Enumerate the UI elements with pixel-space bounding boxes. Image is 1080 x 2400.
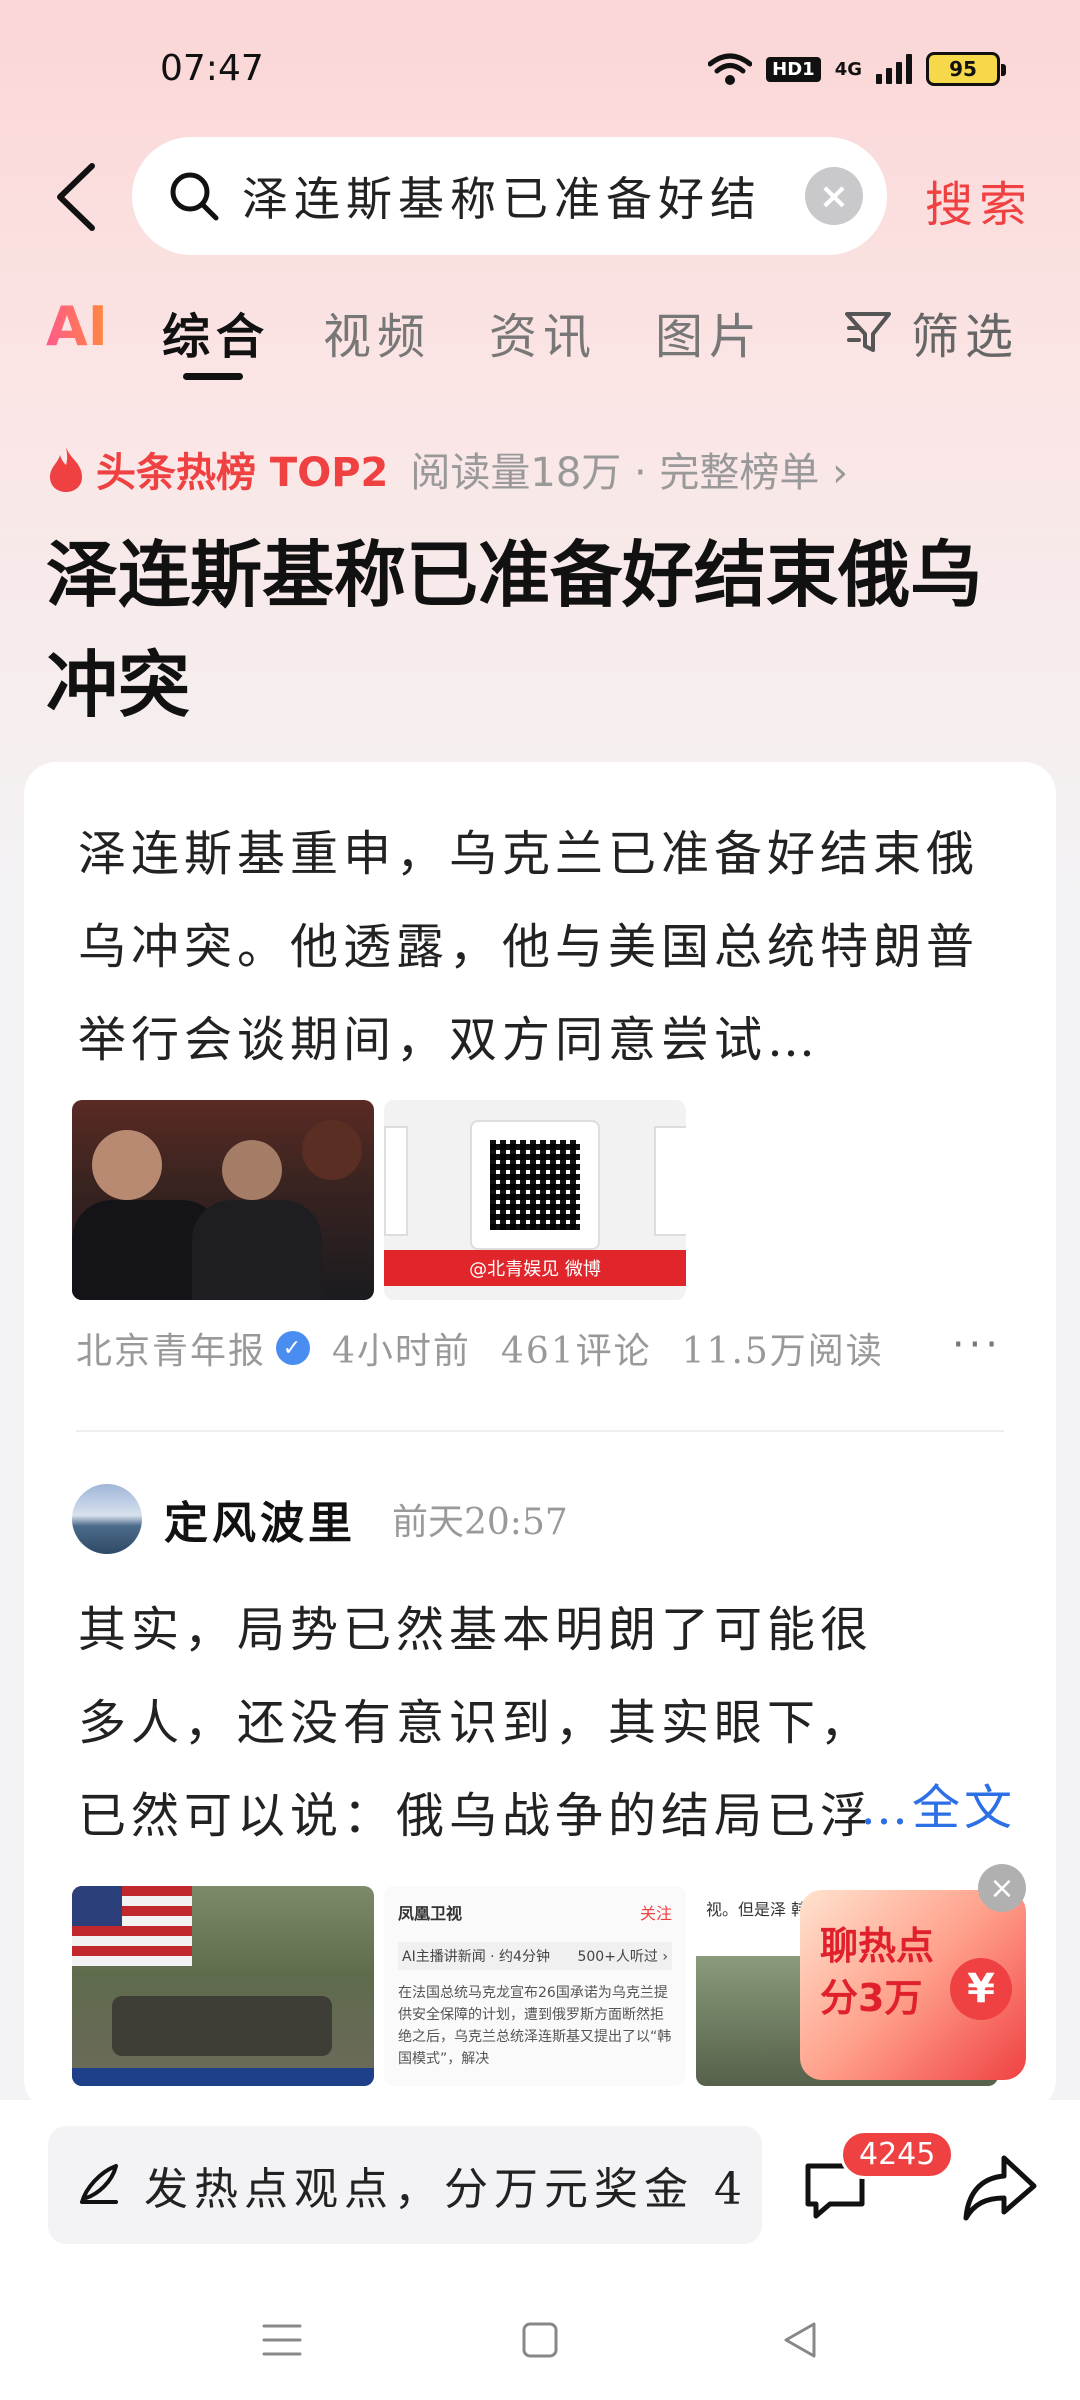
filter-button[interactable]: 筛选 bbox=[845, 297, 1019, 367]
close-icon: × bbox=[989, 1870, 1015, 1906]
comment-count-badge: 4245 bbox=[840, 2130, 955, 2179]
status-time: 07:47 bbox=[160, 48, 264, 89]
post1-images: @北青娱见 微博 bbox=[72, 1100, 686, 1300]
search-button[interactable]: 搜索 bbox=[925, 165, 1033, 235]
back-nav-button[interactable] bbox=[770, 2310, 830, 2370]
home-nav-button[interactable] bbox=[510, 2310, 570, 2370]
search-icon bbox=[170, 172, 219, 221]
verified-icon: ✓ bbox=[276, 1331, 311, 1365]
share-icon bbox=[963, 2155, 1037, 2221]
comment-placeholder: 发热点观点，分万元奖金 4. bbox=[144, 2164, 744, 2215]
coin-icon: ¥ bbox=[950, 1958, 1012, 2020]
signal-icon bbox=[876, 54, 912, 84]
wifi-icon bbox=[708, 53, 753, 85]
full-text-link[interactable]: …全文 bbox=[860, 1768, 1016, 1838]
hot-list-link[interactable]: 头条热榜 TOP2 阅读量18万 · 完整榜单 › bbox=[46, 440, 848, 498]
post2-author-row[interactable]: 定风波里 前天20:57 bbox=[72, 1484, 568, 1554]
triangle-back-icon bbox=[784, 2322, 816, 2358]
promo-line1: 聊热点 bbox=[820, 1924, 935, 1968]
share-button[interactable] bbox=[960, 2148, 1040, 2228]
search-input[interactable]: 泽连斯基称已准备好结 × bbox=[132, 137, 887, 255]
tab-news[interactable]: 资讯 bbox=[489, 297, 597, 367]
post2-time: 前天20:57 bbox=[392, 1502, 568, 1543]
post1-image-qrcodes[interactable]: @北青娱见 微博 bbox=[384, 1100, 686, 1300]
battery-icon: 95 bbox=[926, 52, 1006, 86]
topic-headline[interactable]: 泽连斯基称已准备好结束俄乌冲突 bbox=[46, 520, 1036, 740]
tab-video[interactable]: 视频 bbox=[323, 297, 431, 367]
more-options-button[interactable]: ··· bbox=[952, 1322, 1002, 1368]
battery-level: 95 bbox=[949, 57, 977, 81]
status-icons: HD1 4G 95 bbox=[708, 52, 1006, 86]
avatar[interactable] bbox=[72, 1484, 142, 1554]
search-row: 泽连斯基称已准备好结 × 搜索 bbox=[0, 135, 1080, 260]
fire-icon bbox=[50, 447, 82, 492]
qrcode-caption: @北青娱见 微博 bbox=[384, 1250, 686, 1286]
promo-close-button[interactable]: × bbox=[978, 1864, 1026, 1912]
filter-icon bbox=[845, 312, 891, 352]
post1-time: 4小时前 bbox=[332, 1331, 471, 1372]
bottom-bar: 发热点观点，分万元奖金 4. 4245 bbox=[0, 2100, 1080, 2400]
status-bar: 07:47 HD1 4G 95 bbox=[0, 0, 1080, 140]
menu-icon bbox=[262, 2324, 302, 2356]
article-body: 在法国总统马克龙宣布26国承诺为乌克兰提供安全保障的计划，遭到俄罗斯方面断然拒绝… bbox=[398, 1985, 672, 2067]
post1-source[interactable]: 北京青年报 bbox=[76, 1322, 266, 1374]
hot-list-tag: 头条热榜 TOP2 bbox=[96, 450, 389, 496]
filter-label: 筛选 bbox=[911, 309, 1020, 365]
tab-images[interactable]: 图片 bbox=[655, 297, 763, 367]
promo-widget[interactable]: 聊热点 分3万 ¥ bbox=[800, 1890, 1026, 2080]
tab-comprehensive[interactable]: 综合 bbox=[162, 297, 270, 367]
post1-reads: 11.5万阅读 bbox=[681, 1331, 884, 1372]
post1-comments: 461评论 bbox=[500, 1331, 652, 1372]
article-audio: AI主播讲新闻 · 约4分钟 bbox=[402, 1949, 550, 1965]
post2-text[interactable]: 其实，局势已然基本明朗了可能很多人，还没有意识到，其实眼下，已然可以说：俄乌战争… bbox=[78, 1584, 878, 1863]
hot-list-meta: 阅读量18万 · 完整榜单 › bbox=[410, 450, 849, 496]
comment-input[interactable]: 发热点观点，分万元奖金 4. bbox=[48, 2126, 762, 2244]
clear-search-button[interactable]: × bbox=[805, 167, 863, 225]
article-brand: 凤凰卫视 bbox=[398, 1904, 463, 1923]
post1-text[interactable]: 泽连斯基重申，乌克兰已准备好结束俄乌冲突。他透露，他与美国总统特朗普举行会谈期间… bbox=[78, 808, 1008, 1087]
article-listeners: 500+人听过 › bbox=[577, 1949, 668, 1965]
post2-image-military[interactable] bbox=[72, 1886, 374, 2086]
hd-badge: HD1 bbox=[766, 56, 821, 82]
system-nav-bar bbox=[0, 2310, 1080, 2370]
post1-image-photo[interactable] bbox=[72, 1100, 374, 1300]
post1-meta: 北京青年报 ✓ 4小时前 461评论 11.5万阅读 bbox=[76, 1322, 884, 1374]
article-follow: 关注 bbox=[639, 1904, 672, 1923]
divider bbox=[76, 1430, 1004, 1432]
home-icon bbox=[522, 2322, 558, 2358]
active-tab-indicator bbox=[183, 373, 243, 380]
network-label: 4G bbox=[834, 58, 862, 80]
tab-ai[interactable]: AI bbox=[46, 295, 108, 358]
post2-author[interactable]: 定风波里 bbox=[164, 1487, 356, 1551]
pen-icon bbox=[80, 2164, 118, 2204]
post2-image-article[interactable]: 凤凰卫视 关注 AI主播讲新闻 · 约4分钟 500+人听过 › 在法国总统马克… bbox=[384, 1886, 686, 2086]
back-button[interactable] bbox=[46, 157, 106, 237]
promo-line2: 分3万 bbox=[820, 1976, 923, 2020]
search-query: 泽连斯基称已准备好结 bbox=[242, 172, 762, 226]
tab-bar: AI 综合 视频 资讯 图片 筛选 bbox=[0, 285, 1080, 395]
chevron-left-icon bbox=[57, 163, 95, 231]
close-icon: × bbox=[818, 175, 850, 217]
menu-nav-button[interactable] bbox=[252, 2310, 312, 2370]
